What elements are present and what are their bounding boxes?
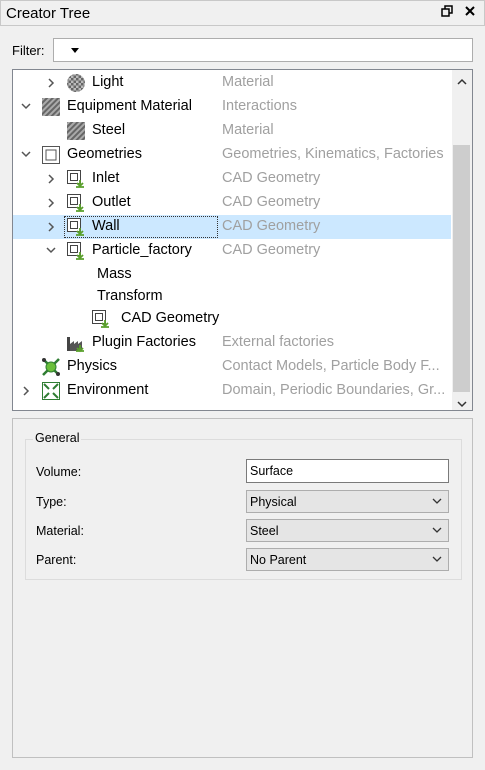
chevron-right-icon[interactable] <box>44 171 58 187</box>
tree-item-label: Steel <box>92 122 126 138</box>
tree-item-light[interactable]: Light Material <box>13 71 451 95</box>
creator-tree: Light Material Equipment Material Interacti… <box>12 69 473 411</box>
tree-item-equipment-material[interactable]: Equipment Material Interactions <box>13 95 451 119</box>
scroll-up-icon[interactable] <box>455 73 469 87</box>
tree-item-label: Transform <box>97 288 163 304</box>
tree-item-geometries[interactable]: Geometries Geometries, Kinematics, Factor… <box>13 143 451 167</box>
tree-item-label: Inlet <box>92 170 120 186</box>
tree-item-environment[interactable]: Environment Domain, Periodic Boundaries, … <box>13 379 451 403</box>
tree-item-transform[interactable]: Transform <box>13 285 451 309</box>
scroll-down-icon[interactable] <box>455 395 469 409</box>
parent-label: Parent: <box>36 553 77 567</box>
tree-item-wall[interactable]: Wall CAD Geometry <box>13 215 451 239</box>
material-sphere-icon <box>66 73 86 93</box>
chevron-right-icon[interactable] <box>19 383 33 399</box>
factory-icon <box>66 333 86 353</box>
chevron-down-icon[interactable] <box>19 99 33 115</box>
cad-geometry-icon <box>66 193 86 213</box>
environment-icon <box>41 381 61 401</box>
tree-item-type: Geometries, Kinematics, Factories <box>222 146 444 162</box>
tree-item-mass[interactable]: Mass <box>13 263 451 287</box>
restore-icon[interactable] <box>439 5 455 21</box>
tree-item-type: Domain, Periodic Boundaries, Gr... <box>222 382 446 398</box>
tree-item-type: CAD Geometry <box>222 194 321 210</box>
physics-icon <box>41 357 61 377</box>
cad-geometry-icon <box>66 241 86 261</box>
tree-item-label: Mass <box>97 266 132 282</box>
tree-item-label: Wall <box>92 218 120 234</box>
type-label: Type: <box>36 495 67 509</box>
chevron-down-icon[interactable] <box>19 147 33 163</box>
tree-item-label: Equipment Material <box>67 98 192 114</box>
cad-geometry-icon <box>66 169 86 189</box>
type-value: Physical <box>250 495 297 509</box>
tree-item-label: Geometries <box>67 146 142 162</box>
material-value: Steel <box>250 524 279 538</box>
volume-value: Surface <box>250 464 294 478</box>
tree-item-type: Contact Models, Particle Body F... <box>222 358 440 374</box>
chevron-right-icon[interactable] <box>44 195 58 211</box>
filter-label: Filter: <box>12 43 45 58</box>
tree-item-type: CAD Geometry <box>222 218 321 234</box>
tree-item-type: Material <box>222 74 274 90</box>
tree-item-steel[interactable]: Steel Material <box>13 119 451 143</box>
panel-titlebar: Creator Tree <box>0 0 485 26</box>
tree-item-label: Light <box>92 74 124 90</box>
tree-item-type: External factories <box>222 334 335 350</box>
chevron-right-icon[interactable] <box>44 75 58 91</box>
filter-combobox[interactable] <box>53 38 473 62</box>
parent-value: No Parent <box>250 553 307 567</box>
properties-panel: General Volume: Surface Type: Physical M… <box>12 418 473 758</box>
chevron-down-icon[interactable] <box>71 48 79 53</box>
tree-item-particle-factory[interactable]: Particle_factory CAD Geometry <box>13 239 451 263</box>
group-title: General <box>33 431 82 445</box>
panel-title: Creator Tree <box>6 5 91 22</box>
tree-item-outlet[interactable]: Outlet CAD Geometry <box>13 191 451 215</box>
chevron-down-icon <box>432 527 442 533</box>
parent-select[interactable]: No Parent <box>246 548 449 571</box>
chevron-down-icon <box>432 498 442 504</box>
scrollbar-thumb[interactable] <box>453 145 470 392</box>
cad-geometry-icon <box>91 309 111 329</box>
tree-item-label: Plugin Factories <box>92 334 196 350</box>
tree-item-plugin-factories[interactable]: Plugin Factories External factories <box>13 331 451 355</box>
tree-item-type: CAD Geometry <box>222 242 321 258</box>
tree-item-label: CAD Geometry <box>121 310 220 326</box>
tree-scrollbar[interactable] <box>452 70 472 410</box>
tree-item-cad-geometry[interactable]: CAD Geometry <box>13 307 451 331</box>
tree-item-type: Material <box>222 122 274 138</box>
volume-field[interactable]: Surface <box>246 459 449 483</box>
tree-item-label: Particle_factory <box>92 242 192 258</box>
tree-item-label: Outlet <box>92 194 131 210</box>
material-label: Material: <box>36 524 84 538</box>
volume-label: Volume: <box>36 465 82 479</box>
material-select[interactable]: Steel <box>246 519 449 542</box>
focus-rect <box>64 216 218 238</box>
type-select[interactable]: Physical <box>246 490 449 513</box>
tree-item-type: Interactions <box>222 98 297 114</box>
tree-item-label: Environment <box>67 382 149 398</box>
hatched-material-icon <box>41 97 61 117</box>
tree-item-type: CAD Geometry <box>222 170 321 186</box>
hatched-material-icon <box>66 121 86 141</box>
geometry-folder-icon <box>41 145 61 165</box>
close-icon[interactable] <box>462 5 478 21</box>
tree-item-label: Physics <box>67 358 117 374</box>
chevron-right-icon[interactable] <box>44 219 58 235</box>
tree-item-physics[interactable]: Physics Contact Models, Particle Body F..… <box>13 355 451 379</box>
chevron-down-icon <box>432 556 442 562</box>
tree-item-inlet[interactable]: Inlet CAD Geometry <box>13 167 451 191</box>
chevron-down-icon[interactable] <box>44 243 58 259</box>
